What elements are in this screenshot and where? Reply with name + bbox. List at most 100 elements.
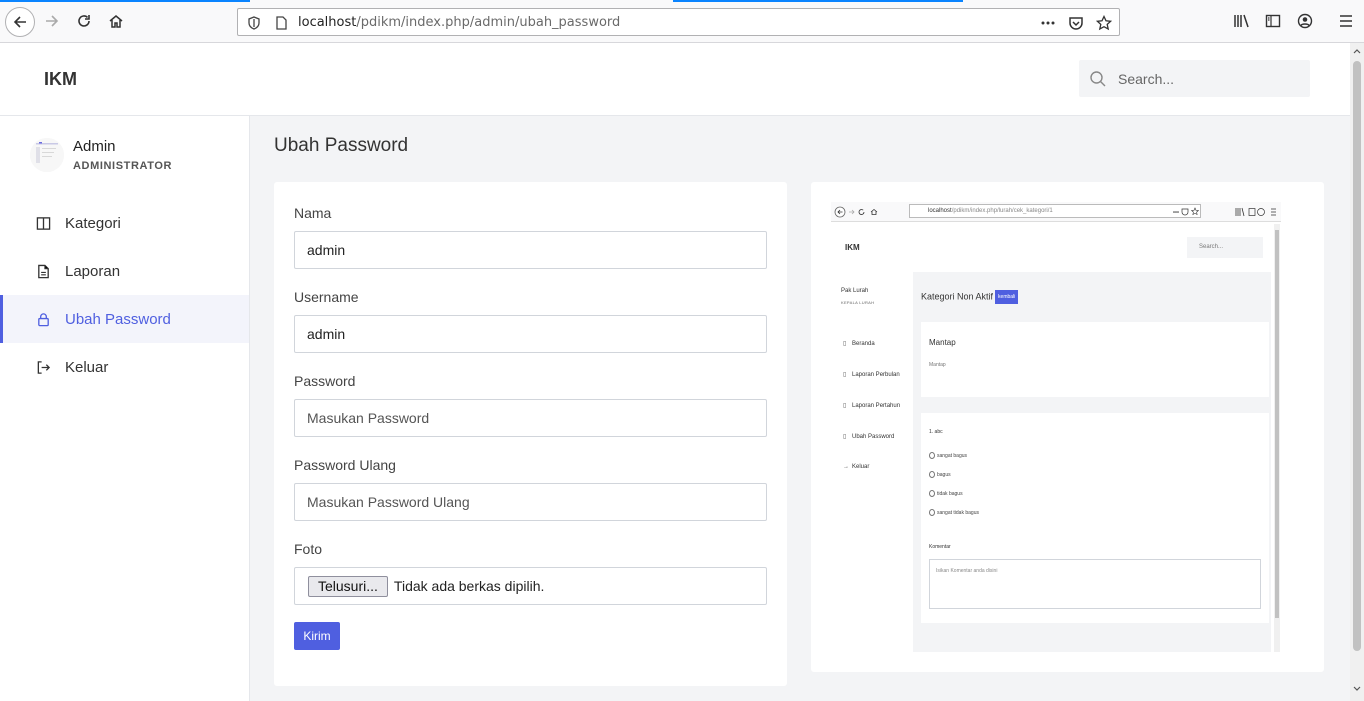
search-input[interactable] bbox=[1118, 70, 1288, 87]
preview-card-text: Mantap bbox=[929, 362, 946, 368]
preview-sidebar: Pak Lurah KEPALA LURAH ▯ Beranda ▯ Laporan… bbox=[831, 272, 913, 652]
password-ulang-label: Password Ulang bbox=[294, 457, 396, 473]
preview-card-title: Mantap bbox=[929, 338, 956, 347]
preview-card: Mantap Mantap bbox=[921, 322, 1269, 397]
preview-user-role: KEPALA LURAH bbox=[841, 300, 875, 305]
sidebar-item-label: Kategori bbox=[65, 214, 121, 232]
preview-menu-item: ▯ Ubah Password bbox=[843, 434, 895, 440]
url-path: /pdikm/index.php/admin/ubah_password bbox=[356, 14, 621, 30]
sidebar-item-label: Laporan bbox=[65, 262, 121, 280]
book-icon bbox=[35, 215, 51, 231]
username-input[interactable] bbox=[294, 315, 767, 353]
more-actions-icon[interactable] bbox=[1039, 14, 1057, 32]
sidebar-item-label: Ubah Password bbox=[65, 310, 171, 328]
page-title: Ubah Password bbox=[274, 135, 409, 156]
reload-button[interactable] bbox=[72, 9, 96, 33]
sidebar-menu: Kategori Laporan Ubah Password Keluar bbox=[0, 199, 249, 391]
password-form: Nama Username Password Password Ulang Fo… bbox=[274, 182, 787, 686]
preview-option: bagus bbox=[929, 471, 951, 478]
sidebar-item-ubah-password[interactable]: Ubah Password bbox=[0, 295, 249, 343]
menu-icon[interactable] bbox=[1336, 11, 1356, 31]
brand-logo[interactable]: IKM bbox=[44, 69, 77, 90]
sidebar-toggle-icon[interactable] bbox=[1263, 11, 1283, 31]
sidebar: Admin ADMINISTRATOR Kategori Laporan Uba… bbox=[0, 116, 250, 701]
library-icon[interactable] bbox=[1232, 11, 1252, 31]
preview-menu-label: Beranda bbox=[852, 341, 875, 347]
password-label: Password bbox=[294, 373, 356, 389]
preview-title: Kategori Non Aktif kembali bbox=[921, 290, 1019, 304]
preview-menu-label: Laporan Perbulan bbox=[852, 372, 900, 378]
search-icon bbox=[1089, 70, 1107, 93]
arrow-right-icon bbox=[46, 15, 59, 27]
search-box[interactable] bbox=[1079, 60, 1310, 97]
shield-icon[interactable] bbox=[245, 14, 263, 32]
app-header: IKM bbox=[0, 43, 1350, 116]
preview-option: sangat tidak bagus bbox=[929, 509, 979, 516]
preview-option: tidak bagus bbox=[929, 490, 963, 497]
sidebar-item-kategori[interactable]: Kategori bbox=[0, 199, 249, 247]
user-role: ADMINISTRATOR bbox=[73, 160, 173, 172]
home-icon bbox=[109, 15, 123, 28]
preview-url-path: /pdikm/index.php/lurah/cek_kategori/1 bbox=[951, 208, 1053, 214]
sidebar-item-laporan[interactable]: Laporan bbox=[0, 247, 249, 295]
browse-button[interactable]: Telusuri... bbox=[308, 575, 388, 597]
nama-input[interactable] bbox=[294, 231, 767, 269]
preview-menu-item: → Keluar bbox=[843, 464, 870, 470]
address-bar[interactable]: localhost/pdikm/index.php/admin/ubah_pas… bbox=[237, 8, 1120, 36]
user-name: Admin bbox=[73, 138, 116, 155]
username-label: Username bbox=[294, 289, 359, 305]
photo-preview-card: localhost/pdikm/index.php/lurah/cek_kate… bbox=[811, 182, 1324, 672]
file-status: Tidak ada berkas dipilih. bbox=[393, 578, 545, 594]
url-host: localhost bbox=[298, 14, 357, 30]
pocket-icon[interactable] bbox=[1067, 14, 1085, 32]
preview-question-card: 1. abc sangat bagus bagus tidak bagus sa… bbox=[921, 413, 1269, 623]
sidebar-item-label: Keluar bbox=[65, 358, 109, 376]
account-icon[interactable] bbox=[1295, 11, 1315, 31]
preview-option: sangat bagus bbox=[929, 452, 967, 459]
page-scrollbar[interactable] bbox=[1350, 43, 1364, 701]
password-input[interactable] bbox=[294, 399, 767, 437]
file-icon bbox=[35, 263, 51, 279]
home-button[interactable] bbox=[104, 9, 128, 33]
foto-label: Foto bbox=[294, 541, 323, 557]
scroll-down-icon[interactable] bbox=[1353, 685, 1361, 693]
nama-label: Nama bbox=[294, 205, 332, 221]
sidebar-item-keluar[interactable]: Keluar bbox=[0, 343, 249, 391]
page-info-icon[interactable] bbox=[272, 14, 290, 32]
reload-icon bbox=[78, 15, 90, 27]
scroll-up-icon[interactable] bbox=[1353, 47, 1361, 55]
preview-search: Search... bbox=[1187, 237, 1263, 258]
preview-komentar-textarea: Isikan Komentar anda disini bbox=[929, 559, 1261, 609]
submit-button[interactable]: Kirim bbox=[294, 622, 340, 650]
preview-scrollbar bbox=[1274, 224, 1280, 652]
preview-brand: IKM bbox=[845, 243, 860, 252]
back-button[interactable] bbox=[5, 7, 35, 37]
foto-file-input[interactable]: Telusuri... Tidak ada berkas dipilih. bbox=[294, 567, 767, 605]
star-icon[interactable] bbox=[1095, 14, 1113, 32]
preview-main: Kategori Non Aktif kembali Mantap Mantap … bbox=[913, 272, 1271, 652]
browser-toolbar: localhost/pdikm/index.php/admin/ubah_pas… bbox=[0, 0, 1364, 43]
preview-browser-bar: localhost/pdikm/index.php/lurah/cek_kate… bbox=[831, 202, 1281, 222]
url-text: localhost/pdikm/index.php/admin/ubah_pas… bbox=[298, 15, 620, 30]
preview-user-name: Pak Lurah bbox=[841, 288, 869, 294]
preview-menu-item: ▯ Laporan Pertahun bbox=[843, 403, 901, 409]
preview-url-host: localhost bbox=[928, 208, 952, 214]
preview-question: 1. abc bbox=[929, 429, 943, 435]
tab-indicator bbox=[0, 0, 250, 2]
preview-komentar-label: Komentar bbox=[929, 544, 951, 550]
avatar bbox=[30, 138, 64, 172]
forward-button[interactable] bbox=[40, 9, 64, 33]
preview-menu-item: ▯ Laporan Perbulan bbox=[843, 372, 900, 378]
preview-url: localhost/pdikm/index.php/lurah/cek_kate… bbox=[909, 204, 1201, 218]
tab-indicator bbox=[673, 0, 963, 2]
arrow-left-icon bbox=[13, 16, 26, 28]
preview-menu-label: Ubah Password bbox=[852, 434, 895, 440]
logout-icon bbox=[35, 359, 51, 375]
photo-preview: localhost/pdikm/index.php/lurah/cek_kate… bbox=[831, 202, 1281, 652]
scrollbar-thumb[interactable] bbox=[1353, 61, 1361, 651]
main-content: Ubah Password Nama Username Password Pas… bbox=[250, 116, 1350, 701]
preview-badge: kembali bbox=[995, 290, 1019, 304]
preview-menu-label: Laporan Pertahun bbox=[852, 403, 901, 409]
preview-menu-label: Keluar bbox=[852, 464, 870, 470]
password-ulang-input[interactable] bbox=[294, 483, 767, 521]
